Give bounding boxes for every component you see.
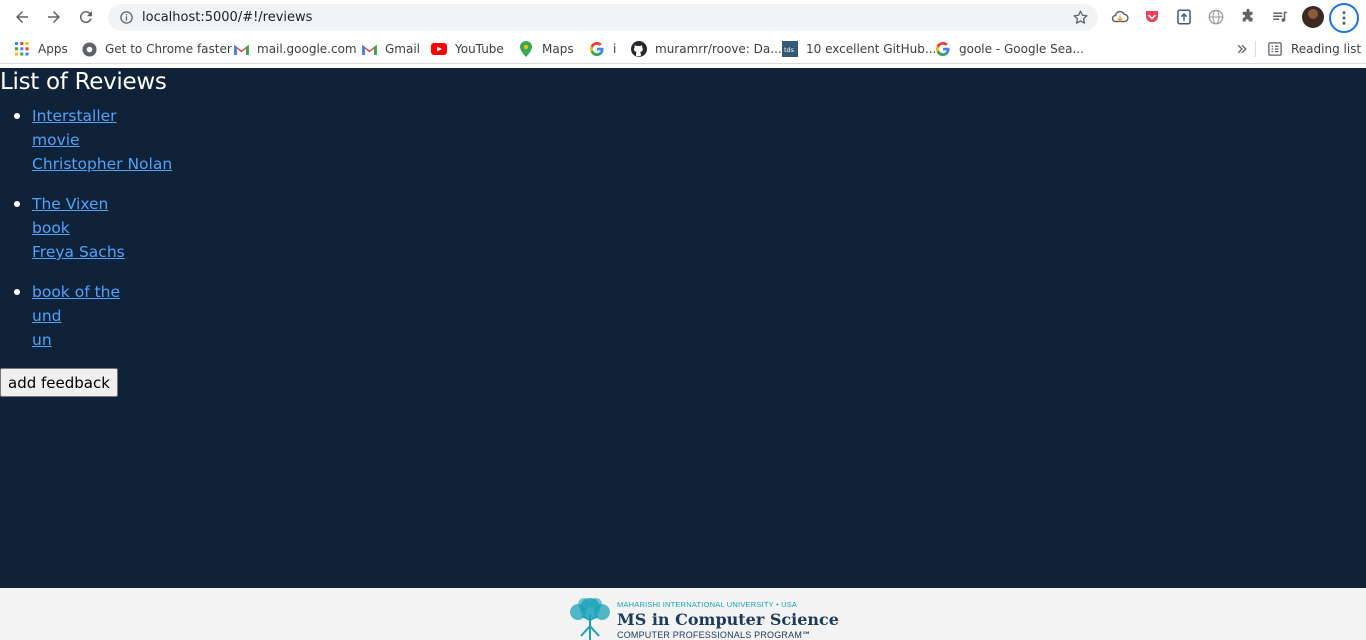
review-author-link[interactable]: un bbox=[32, 328, 172, 352]
bookmark-label: YouTube bbox=[455, 42, 504, 56]
footer: MAHARISHI INTERNATIONAL UNIVERSITY • USA… bbox=[0, 588, 1366, 640]
review-title-link[interactable]: The Vixen bbox=[32, 192, 172, 216]
globe-icon bbox=[1208, 9, 1224, 25]
extension-pocket-button[interactable] bbox=[1142, 7, 1162, 27]
page-title: List of Reviews bbox=[0, 69, 167, 95]
bookmark-label: 10 excellent GitHub... bbox=[806, 42, 937, 56]
bookmark-google-search[interactable]: goole - Google Sea... bbox=[935, 40, 1084, 58]
bookmark-label: goole - Google Sea... bbox=[959, 42, 1084, 56]
review-item: Interstaller movie Christopher Nolan bbox=[13, 104, 172, 176]
google-icon bbox=[935, 41, 951, 57]
bookmark-star-icon[interactable] bbox=[1072, 9, 1089, 26]
review-type-link[interactable]: und bbox=[32, 304, 172, 328]
back-button[interactable] bbox=[10, 5, 34, 29]
reviews-list: Interstaller movie Christopher Nolan The… bbox=[13, 104, 172, 368]
add-feedback-button[interactable]: add feedback bbox=[0, 368, 118, 397]
bookmark-youtube[interactable]: YouTube bbox=[431, 40, 504, 58]
github-icon bbox=[631, 41, 647, 57]
bookmark-chrome-faster[interactable]: Get to Chrome faster bbox=[81, 40, 232, 58]
bookmark-label: muramrr/roove: Da... bbox=[655, 42, 782, 56]
tds-icon: tds bbox=[782, 41, 798, 57]
tree-logo-icon bbox=[570, 598, 610, 640]
chrome-menu-button[interactable] bbox=[1329, 3, 1359, 33]
review-author-link[interactable]: Freya Sachs bbox=[32, 240, 172, 264]
review-title-link[interactable]: Interstaller bbox=[32, 104, 172, 128]
pocket-icon bbox=[1146, 11, 1158, 23]
youtube-icon bbox=[431, 41, 447, 57]
reload-button[interactable] bbox=[74, 5, 98, 29]
google-icon bbox=[589, 41, 605, 57]
svg-text:tds: tds bbox=[784, 46, 795, 54]
chevron-double-right-icon bbox=[1234, 41, 1250, 57]
extension-upload-button[interactable] bbox=[1174, 7, 1194, 27]
gmail-icon bbox=[361, 41, 377, 57]
bookmark-gmail[interactable]: Gmail bbox=[361, 40, 420, 58]
review-title-link[interactable]: book of the bbox=[32, 280, 172, 304]
bookmark-github-roove[interactable]: muramrr/roove: Da... bbox=[631, 40, 782, 58]
maps-pin-icon bbox=[518, 41, 534, 57]
reload-icon bbox=[79, 11, 92, 24]
bookmark-label: i bbox=[613, 42, 617, 56]
chrome-icon bbox=[81, 41, 97, 57]
bookmark-apps[interactable]: Apps bbox=[14, 40, 68, 58]
forward-button[interactable] bbox=[42, 5, 66, 29]
reading-list-label: Reading list bbox=[1291, 42, 1362, 56]
review-item: book of the und un bbox=[13, 280, 172, 352]
bookmark-label: Apps bbox=[38, 42, 68, 56]
extension-download-button[interactable] bbox=[1110, 7, 1130, 27]
miu-logo: MAHARISHI INTERNATIONAL UNIVERSITY • USA… bbox=[566, 596, 839, 640]
bookmark-tds-github[interactable]: tds 10 excellent GitHub... bbox=[782, 40, 936, 58]
bookmark-google-i[interactable]: i bbox=[589, 40, 616, 58]
review-type-link[interactable]: book bbox=[32, 216, 172, 240]
url-text[interactable]: localhost:5000/#!/reviews bbox=[142, 10, 312, 25]
address-bar[interactable]: localhost:5000/#!/reviews bbox=[108, 4, 1098, 31]
program-name: MS in Computer Science bbox=[617, 610, 839, 629]
arrow-left-icon bbox=[16, 11, 28, 23]
extensions-button[interactable] bbox=[1238, 7, 1258, 27]
bookmark-mail-google[interactable]: mail.google.com bbox=[233, 40, 357, 58]
reading-list-button[interactable]: Reading list bbox=[1267, 40, 1361, 58]
playlist-icon bbox=[1273, 11, 1287, 22]
review-author-link[interactable]: Christopher Nolan bbox=[32, 152, 172, 176]
info-icon[interactable] bbox=[119, 10, 134, 25]
bookmarks-bar: Apps Get to Chrome faster mail.google.co… bbox=[0, 34, 1366, 64]
upload-box-icon bbox=[1177, 9, 1191, 25]
reading-list-icon bbox=[1267, 41, 1283, 57]
review-item: The Vixen book Freya Sachs bbox=[13, 192, 172, 264]
gmail-icon bbox=[233, 41, 249, 57]
puzzle-icon bbox=[1242, 8, 1253, 22]
bookmark-maps[interactable]: Maps bbox=[518, 40, 574, 58]
review-type-link[interactable]: movie bbox=[32, 128, 172, 152]
program-subtitle: COMPUTER PROFESSIONALS PROGRAM℠ bbox=[617, 630, 812, 640]
cloud-download-icon bbox=[1111, 10, 1129, 23]
university-name: MAHARISHI INTERNATIONAL UNIVERSITY • USA bbox=[617, 600, 798, 609]
arrow-right-icon bbox=[48, 11, 60, 23]
kebab-menu-icon bbox=[1342, 11, 1346, 25]
apps-grid-icon bbox=[14, 41, 30, 57]
profile-avatar[interactable] bbox=[1302, 6, 1324, 28]
bookmark-label: Get to Chrome faster bbox=[105, 42, 232, 56]
bookmarks-divider bbox=[1255, 41, 1256, 57]
extension-globe-button[interactable] bbox=[1206, 7, 1226, 27]
more-bookmarks-button[interactable] bbox=[1234, 40, 1250, 58]
bookmark-label: mail.google.com bbox=[257, 42, 357, 56]
page-content: List of Reviews Interstaller movie Chris… bbox=[0, 68, 1366, 588]
browser-toolbar: localhost:5000/#!/reviews bbox=[0, 0, 1366, 34]
bookmark-label: Gmail bbox=[385, 42, 421, 56]
media-controls-button[interactable] bbox=[1270, 7, 1290, 27]
bookmark-label: Maps bbox=[542, 42, 574, 56]
